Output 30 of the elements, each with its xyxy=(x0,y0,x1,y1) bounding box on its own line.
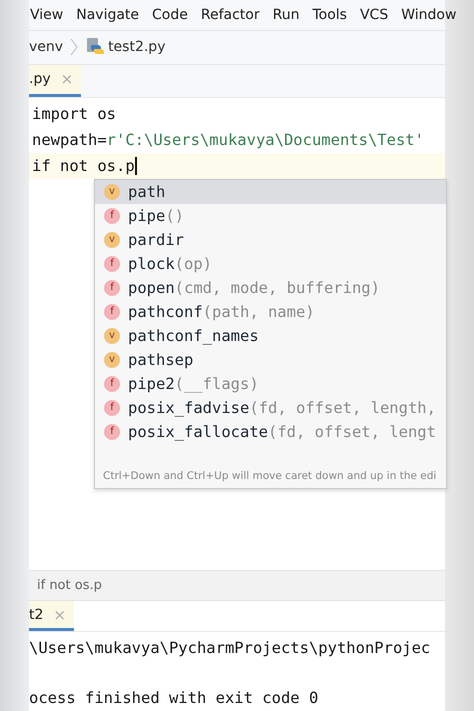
completion-item[interactable]: f pathconf(path, name) xyxy=(95,300,446,324)
menu-item[interactable]: Navigate xyxy=(76,6,140,23)
menu-item[interactable]: Code xyxy=(152,6,188,23)
popup-hint: Ctrl+Down and Ctrl+Up will move caret down and up in the edi xyxy=(102,468,438,484)
code-line: newpath=r'C:\Users\mukavya\Documents\Test' xyxy=(31,130,425,151)
menu-item[interactable]: Tools xyxy=(312,6,347,23)
console-line: ocess finished with exit code 0 xyxy=(29,689,318,707)
breadcrumb-item[interactable]: test2.py xyxy=(108,39,166,56)
menu-item[interactable]: Window xyxy=(401,6,456,23)
completion-item[interactable]: v pardir xyxy=(95,228,446,252)
completion-item[interactable]: f pipe2(__flags) xyxy=(95,372,446,396)
breadcrumb-item[interactable]: if not os.p xyxy=(37,578,102,594)
run-tab[interactable]: t2 × xyxy=(29,601,74,631)
code-line: import os xyxy=(31,104,117,125)
completion-item[interactable]: v pathsep xyxy=(95,348,446,372)
completion-item[interactable]: f posix_fadvise(fd, offset, length, xyxy=(95,396,446,420)
completion-item[interactable]: v pathconf_names xyxy=(95,324,446,348)
completion-item[interactable]: v path xyxy=(95,180,446,204)
menu-item[interactable]: VCS xyxy=(360,6,388,23)
menu-item[interactable]: View xyxy=(30,6,64,23)
completion-item[interactable]: f posix_fallocate(fd, offset, lengt xyxy=(95,420,446,444)
menu-item[interactable]: Refactor xyxy=(200,6,260,23)
completion-item[interactable]: f pipe() xyxy=(95,204,446,228)
editor-tab[interactable]: .py × xyxy=(29,64,82,97)
menu-item[interactable]: Run xyxy=(272,6,300,23)
completion-item[interactable]: f plock(op) xyxy=(95,252,446,276)
console-line: \Users\mukavya\PycharmProjects\pythonProjec xyxy=(29,639,430,657)
breadcrumb-item[interactable]: venv xyxy=(29,39,64,56)
completion-item[interactable]: f popen(cmd, mode, buffering) xyxy=(95,276,446,300)
chevron-icon xyxy=(70,37,78,58)
